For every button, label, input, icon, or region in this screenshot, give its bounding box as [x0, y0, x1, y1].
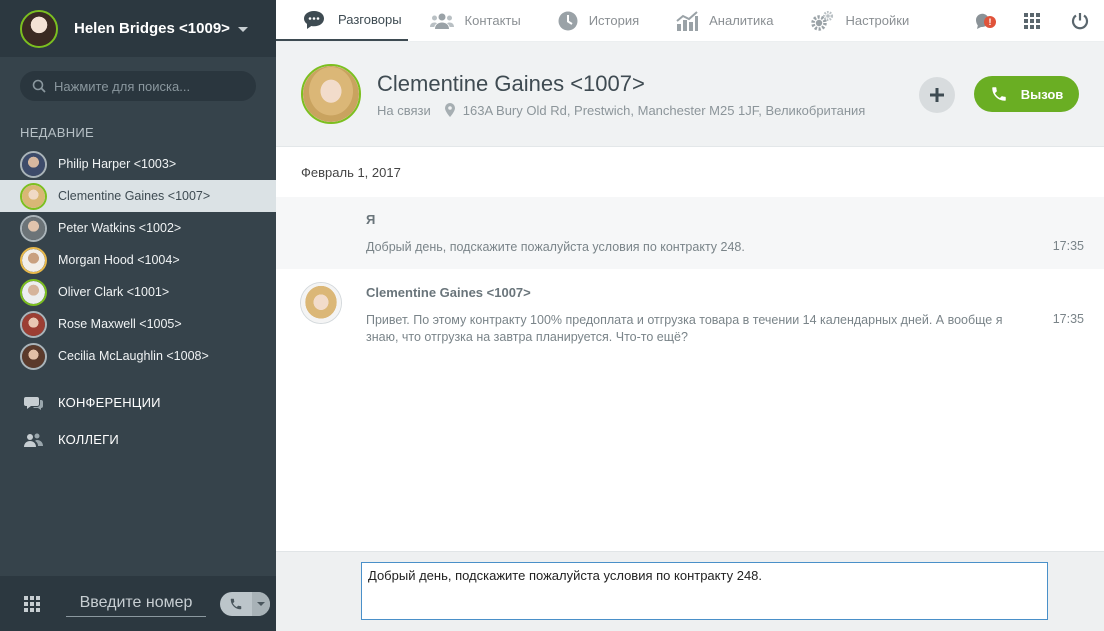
presence-status: На связи [377, 102, 431, 118]
contact-name: Cecilia McLaughlin <1008> [58, 349, 209, 363]
tab-label: Контакты [464, 13, 521, 28]
contact-info: Clementine Gaines <1007> На связи 163A B… [377, 71, 865, 118]
tab-label: Разговоры [338, 12, 402, 27]
contact-name: Peter Watkins <1002> [58, 221, 182, 235]
search-input[interactable] [54, 78, 244, 94]
conversation-date: Февраль 1, 2017 [301, 165, 401, 180]
message-text: Добрый день, подскажите пожалуйста услов… [366, 240, 745, 254]
tab-conversations[interactable]: Разговоры [276, 0, 408, 41]
tab-contacts[interactable]: Контакты [408, 0, 536, 41]
notifications-button[interactable]: ! [960, 10, 1008, 32]
message-outgoing: Я Добрый день, подскажите пожалуйста усл… [276, 197, 1104, 269]
user-name: Helen Bridges <1009> [74, 20, 230, 37]
apps-grid-icon [1024, 13, 1040, 29]
avatar [20, 310, 47, 338]
sidebar-item-label: КОНФЕРЕНЦИИ [58, 395, 161, 410]
contact-name: Rose Maxwell <1005> [58, 317, 182, 331]
contact-details: На связи 163A Bury Old Rd, Prestwich, Ma… [377, 103, 865, 118]
contact-item-clementine-gaines[interactable]: Clementine Gaines <1007> [0, 180, 276, 212]
avatar [20, 278, 47, 306]
avatar [20, 214, 47, 242]
phone-number-input[interactable] [66, 590, 206, 617]
sidebar: Helen Bridges <1009> НЕДАВНИЕ Philip Har… [0, 0, 276, 631]
message-sender: Clementine Gaines <1007> [366, 285, 531, 300]
dialpad-icon[interactable] [24, 595, 40, 612]
tab-label: Настройки [845, 13, 910, 28]
recent-heading: НЕДАВНИЕ [20, 125, 95, 140]
contact-name: Oliver Clark <1001> [58, 285, 170, 299]
tab-history[interactable]: История [536, 0, 654, 41]
message-time: 17:35 [1052, 239, 1084, 253]
chevron-down-icon[interactable] [237, 27, 248, 32]
user-avatar [20, 9, 58, 48]
settings-icon [811, 10, 834, 31]
avatar [20, 182, 47, 210]
contact-name: Philip Harper <1003> [58, 157, 177, 171]
message-sender: Я [366, 212, 376, 227]
phone-icon [991, 87, 1006, 101]
contact-item-cecilia-mclaughlin[interactable]: Cecilia McLaughlin <1008> [0, 340, 276, 372]
contact-avatar [301, 64, 361, 124]
nav-actions: ! [960, 0, 1104, 42]
recent-contact-list: Philip Harper <1003> Clementine Gaines <… [0, 148, 276, 372]
avatar [20, 342, 47, 370]
contact-address: 163A Bury Old Rd, Prestwich, Manchester … [462, 102, 866, 118]
search-icon [32, 79, 46, 93]
tab-analytics[interactable]: Аналитика [654, 0, 788, 41]
contact-item-peter-watkins[interactable]: Peter Watkins <1002> [0, 212, 276, 244]
main-panel: Разговоры Контакты История Аналитика Нас… [276, 0, 1104, 631]
sidebar-sections: КОНФЕРЕНЦИИ КОЛЛЕГИ [0, 384, 276, 458]
contacts-icon [429, 13, 454, 29]
clock-icon [558, 11, 578, 30]
logout-button[interactable] [1056, 12, 1104, 30]
tab-label: Аналитика [709, 13, 774, 28]
contact-item-rose-maxwell[interactable]: Rose Maxwell <1005> [0, 308, 276, 340]
sidebar-item-conferences[interactable]: КОНФЕРЕНЦИИ [0, 384, 276, 421]
sidebar-item-colleagues[interactable]: КОЛЛЕГИ [0, 421, 276, 458]
contact-name: Clementine Gaines <1007> [377, 70, 645, 96]
message-time: 17:35 [1052, 312, 1084, 326]
conference-icon [24, 396, 43, 410]
location-pin-icon [444, 103, 455, 117]
colleagues-icon [24, 433, 43, 447]
call-button-label: Вызов [1020, 86, 1064, 102]
sidebar-item-label: КОЛЛЕГИ [58, 432, 119, 447]
tab-settings[interactable]: Настройки [788, 0, 924, 41]
chevron-down-icon[interactable] [252, 591, 270, 616]
dialer-bar [0, 576, 276, 631]
contact-item-philip-harper[interactable]: Philip Harper <1003> [0, 148, 276, 180]
message-input[interactable]: Добрый день, подскажите пожалуйста услов… [361, 562, 1048, 620]
add-participant-button[interactable] [919, 77, 955, 113]
analytics-icon [676, 10, 699, 31]
call-button[interactable]: Вызов [974, 76, 1079, 112]
avatar [20, 150, 47, 178]
phone-icon [220, 592, 252, 616]
contact-item-morgan-hood[interactable]: Morgan Hood <1004> [0, 244, 276, 276]
contact-item-oliver-clark[interactable]: Oliver Clark <1001> [0, 276, 276, 308]
apps-button[interactable] [1008, 13, 1056, 29]
chat-icon [304, 10, 324, 29]
tab-label: История [588, 13, 640, 28]
contact-name: Morgan Hood <1004> [58, 253, 180, 267]
plus-icon [930, 88, 944, 102]
dial-call-button[interactable] [220, 591, 270, 616]
user-menu[interactable]: Helen Bridges <1009> [0, 0, 276, 57]
message-avatar [300, 282, 342, 324]
power-icon [1071, 13, 1089, 30]
top-navigation: Разговоры Контакты История Аналитика Нас… [276, 0, 1104, 42]
search-box [20, 71, 256, 101]
avatar [20, 246, 47, 274]
notification-badge: ! [984, 16, 996, 28]
message-incoming: Clementine Gaines <1007> Привет. По этом… [276, 270, 1104, 350]
contact-name: Clementine Gaines <1007> [58, 189, 211, 203]
message-composer: Добрый день, подскажите пожалуйста услов… [276, 551, 1104, 631]
message-text: Привет. По этому контракту 100% предопла… [366, 313, 1003, 344]
